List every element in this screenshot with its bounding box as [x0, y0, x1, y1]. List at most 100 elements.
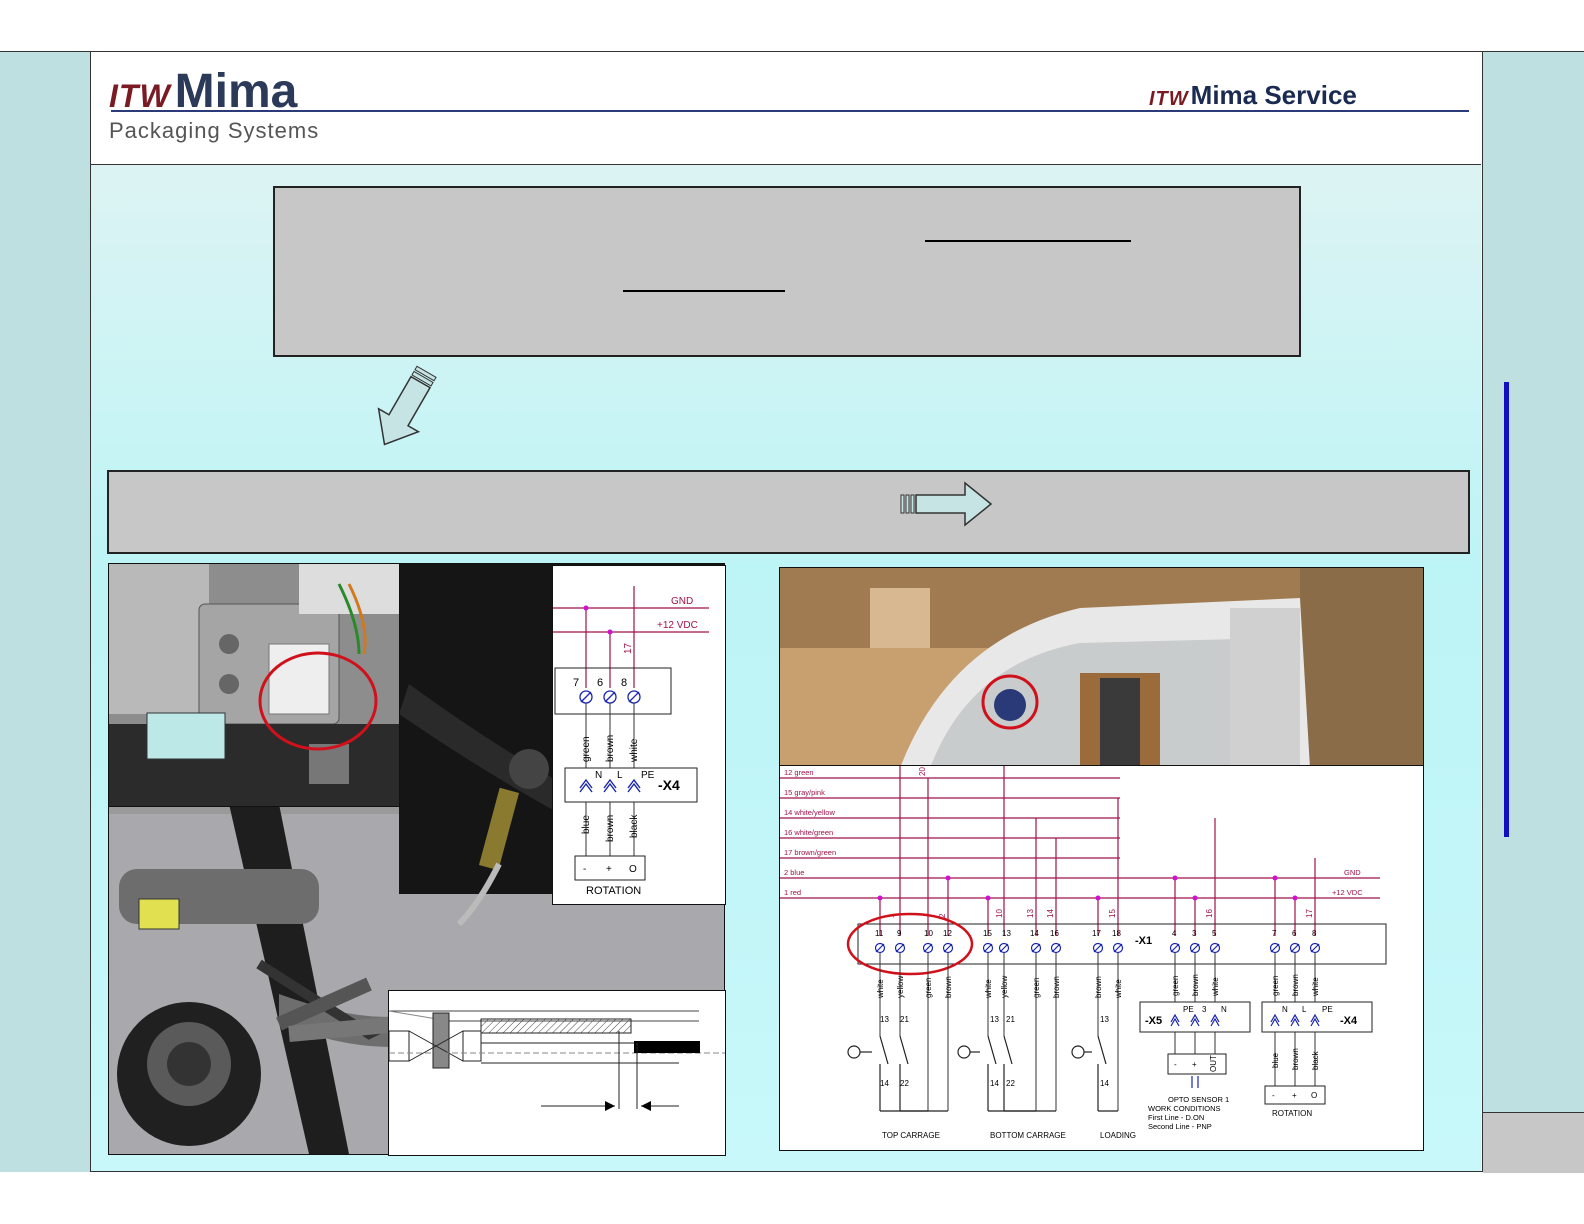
bottom-border	[0, 1171, 1584, 1172]
wire-green-label: green	[581, 736, 592, 762]
x1-t7: 7	[1272, 929, 1277, 938]
bc-wire-yellow: yellow	[1000, 976, 1009, 998]
x1-t12: 12	[943, 929, 952, 938]
gnd-label: GND	[671, 596, 693, 607]
main-gnd-label: GND	[1344, 868, 1361, 877]
x1-t14: 14	[1030, 929, 1039, 938]
tc-wire-white: white	[876, 979, 885, 999]
opto-sensor-title: OPTO SENSOR 1	[1168, 1095, 1229, 1104]
x4-label: -X4	[658, 777, 680, 793]
header-rule	[111, 110, 1469, 112]
slide-header: ITW Mima Packaging Systems ITW Mima Serv…	[91, 52, 1481, 165]
rot-pin-o: O	[1311, 1091, 1317, 1100]
x4-wire-brown: brown	[1291, 974, 1300, 996]
tc-wire-green: green	[924, 978, 933, 998]
instruction-box	[273, 186, 1301, 357]
blank-line-2	[623, 290, 785, 292]
inset-label-box	[146, 712, 226, 760]
opto-pin-plus: +	[1192, 1060, 1197, 1069]
top-carrage-label: TOP CARRAGE	[882, 1131, 940, 1140]
x5-pin-n: N	[1221, 1005, 1227, 1014]
sw-top-13a: 13	[880, 1015, 889, 1024]
signal-label-14: 14 white/yellow	[784, 808, 835, 817]
mima-service-logo: ITW Mima Service	[1149, 80, 1357, 111]
x5-wire-green: green	[1171, 976, 1180, 996]
sensor-pin-minus: -	[583, 864, 586, 875]
x1-t16: 16	[1050, 929, 1059, 938]
main-x4-pin-pe: PE	[1322, 1005, 1333, 1014]
x4b-wire-brown: brown	[1291, 1048, 1300, 1070]
opto-work-conditions: WORK CONDITIONS	[1148, 1104, 1221, 1113]
x1-t18: 18	[1112, 929, 1121, 938]
signal-label-1: 1 red	[784, 888, 801, 897]
main-rotation-label: ROTATION	[1272, 1109, 1312, 1118]
left-side-band	[0, 52, 91, 1172]
x1-t15: 15	[983, 929, 992, 938]
right-band-footer-block	[1483, 1112, 1584, 1173]
terminal-8: 8	[621, 677, 627, 689]
x1-t13: 13	[1002, 929, 1011, 938]
x5-wire-white: white	[1211, 977, 1220, 997]
opto-second-line: Second Line - PNP	[1148, 1122, 1212, 1131]
x4b-wire-blue: blue	[1271, 1052, 1280, 1068]
bc-wire-white: white	[984, 979, 993, 999]
blank-line-1	[925, 240, 1131, 242]
sensor-pin-plus: +	[606, 864, 612, 875]
terminal-6: 6	[597, 677, 603, 689]
opto-pin-out: OUT	[1209, 1055, 1218, 1072]
rotation-sensor-label: ROTATION	[586, 885, 641, 897]
rotation-schematic: GND +12 VDC 17 7 6 8 green brown white N…	[552, 565, 726, 905]
machine-interior-photo	[779, 567, 1424, 769]
x4-wire-green: green	[1271, 976, 1280, 996]
right-side-band	[1482, 52, 1584, 1173]
opto-pin-minus: -	[1174, 1060, 1177, 1069]
main-vdc-label: +12 VDC	[1332, 888, 1363, 897]
ld-wire-white: white	[1114, 979, 1123, 999]
sw-bot-22a: 22	[900, 1079, 909, 1088]
sw-top-21b: 21	[1006, 1015, 1015, 1024]
sensor-pin-o: O	[629, 864, 637, 875]
right-arrow-icon	[900, 481, 993, 527]
terminal-7: 7	[573, 677, 579, 689]
logo-mima-text: Mima	[174, 65, 298, 118]
vwire-label-14: 14	[1046, 909, 1055, 918]
x1-screw-terminals	[874, 942, 1321, 954]
rotation-schematic-drawing: GND +12 VDC 17 7 6 8 green brown white N…	[553, 586, 709, 897]
signal-label-17: 17 brown/green	[784, 848, 836, 857]
main-x4-pin-n: N	[1282, 1005, 1288, 1014]
wire-white-label: white	[629, 738, 640, 763]
sw-bot-14b: 14	[990, 1079, 999, 1088]
vwire-label-10: 10	[995, 909, 1004, 918]
x1-highlight-circle	[846, 912, 974, 976]
right-scroll-bar	[1504, 382, 1509, 837]
bc-wire-brown: brown	[1052, 976, 1061, 998]
x4b-wire-black: black	[1311, 1050, 1320, 1070]
sw-bot-22b: 22	[1006, 1079, 1015, 1088]
x1-t8: 8	[1312, 929, 1317, 938]
tc-wire-brown: brown	[944, 976, 953, 998]
vdc-label: +12 VDC	[657, 620, 698, 631]
wire-17-label: 17	[623, 642, 634, 654]
connector-photo-drawing	[109, 564, 399, 806]
wire-black-label: black	[629, 814, 640, 838]
x1-t5: 5	[1212, 929, 1217, 938]
mechanical-section-drawing	[388, 990, 726, 1156]
main-x4-pin-l: L	[1302, 1005, 1307, 1014]
sw-top-21a: 21	[900, 1015, 909, 1024]
x1-t11: 11	[875, 929, 884, 938]
signal-label-12: 12 green	[784, 768, 814, 777]
x5-pin-pe: PE	[1183, 1005, 1194, 1014]
loading-label: LOADING	[1100, 1131, 1136, 1140]
main-schematic-drawing: 12 green 15 gray/pink 14 white/yellow 16…	[780, 766, 1387, 1140]
logo-subtitle: Packaging Systems	[109, 118, 320, 143]
service-itw-text: ITW	[1149, 88, 1189, 110]
rot-pin-plus: +	[1292, 1091, 1297, 1100]
x4-wire-white: white	[1311, 977, 1320, 997]
x4-pin-l: L	[617, 770, 623, 781]
wire-blue-label: blue	[581, 815, 592, 834]
main-x4-label: -X4	[1340, 1015, 1358, 1027]
wire-brown-2-label: brown	[605, 815, 616, 842]
signal-label-15: 15 gray/pink	[784, 788, 825, 797]
connector-inset-photo	[108, 563, 400, 807]
ld-wire-brown: brown	[1094, 976, 1103, 998]
